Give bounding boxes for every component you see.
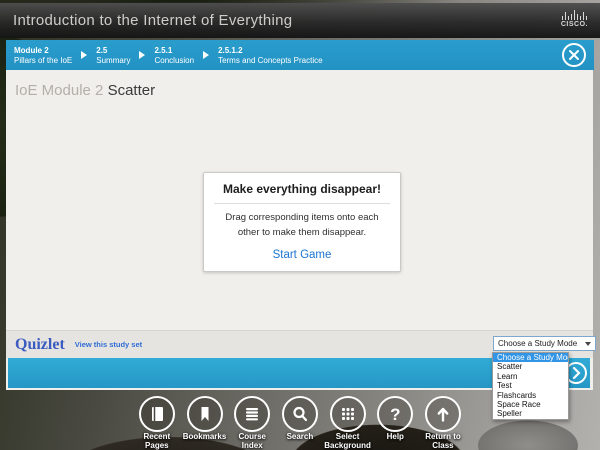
search-button[interactable]: Search	[276, 396, 324, 450]
divider	[214, 203, 390, 204]
study-mode-option[interactable]: Test	[493, 381, 568, 390]
close-button[interactable]	[562, 43, 586, 67]
breadcrumb-item-module[interactable]: Module 2 Pillars of the IoE	[14, 46, 72, 65]
study-mode-option[interactable]: Learn	[493, 372, 568, 381]
help-button[interactable]: ? Help	[371, 396, 419, 450]
quizlet-logo[interactable]: Quizlet	[15, 336, 65, 354]
course-index-button[interactable]: Course Index	[228, 396, 276, 450]
cisco-logo: CISCO.	[561, 9, 588, 28]
page-title-current: Scatter	[108, 82, 156, 99]
study-mode-option-list: Choose a Study Mode Scatter Learn Test F…	[492, 352, 569, 420]
chevron-right-icon	[570, 366, 582, 380]
study-mode-select[interactable]: Choose a Study Mode	[493, 336, 596, 351]
study-mode-option[interactable]: Speller	[493, 409, 568, 418]
game-card-instructions: Drag corresponding items onto each other…	[212, 211, 392, 240]
book-icon	[145, 402, 169, 426]
study-mode-option[interactable]: Flashcards	[493, 391, 568, 400]
bookmarks-button[interactable]: Bookmarks	[181, 396, 229, 450]
app-title: Introduction to the Internet of Everythi…	[0, 12, 292, 29]
chevron-right-icon	[81, 51, 87, 59]
select-background-button[interactable]: Select Background	[324, 396, 372, 450]
page-title: IoE Module 2 Scatter	[15, 82, 155, 99]
cisco-wordmark: CISCO.	[561, 21, 588, 28]
study-mode-selected-value: Choose a Study Mode	[498, 339, 577, 348]
study-mode-option[interactable]: Scatter	[493, 362, 568, 371]
recent-pages-button[interactable]: Recent Pages	[133, 396, 181, 450]
app-header: Introduction to the Internet of Everythi…	[0, 3, 600, 38]
bookmark-icon	[193, 402, 217, 426]
close-icon	[568, 49, 580, 61]
view-study-set-link[interactable]: View this study set	[75, 340, 142, 349]
question-icon: ?	[390, 406, 400, 423]
up-arrow-icon	[431, 402, 455, 426]
study-mode-option[interactable]: Space Race	[493, 400, 568, 409]
bottom-nav: Recent Pages Bookmarks Course Index	[133, 396, 467, 450]
breadcrumb-item-section[interactable]: 2.5 Summary	[96, 46, 130, 65]
page-title-prefix: IoE Module 2	[15, 82, 108, 99]
cisco-bridge-icon	[561, 9, 588, 20]
study-mode-option[interactable]: Choose a Study Mode	[493, 353, 568, 362]
game-card: Make everything disappear! Drag correspo…	[203, 172, 401, 272]
dropdown-arrow-icon	[585, 342, 591, 346]
breadcrumb: Module 2 Pillars of the IoE 2.5 Summary …	[6, 40, 594, 70]
chevron-right-icon	[203, 51, 209, 59]
game-card-title: Make everything disappear!	[212, 182, 392, 196]
grid-icon	[336, 402, 360, 426]
breadcrumb-item-page[interactable]: 2.5.1.2 Terms and Concepts Practice	[218, 46, 323, 65]
return-to-class-button[interactable]: Return to Class	[419, 396, 467, 450]
breadcrumb-item-topic[interactable]: 2.5.1 Conclusion	[154, 46, 194, 65]
list-icon	[240, 402, 264, 426]
search-icon	[288, 402, 312, 426]
chevron-right-icon	[139, 51, 145, 59]
start-game-link[interactable]: Start Game	[273, 249, 332, 261]
